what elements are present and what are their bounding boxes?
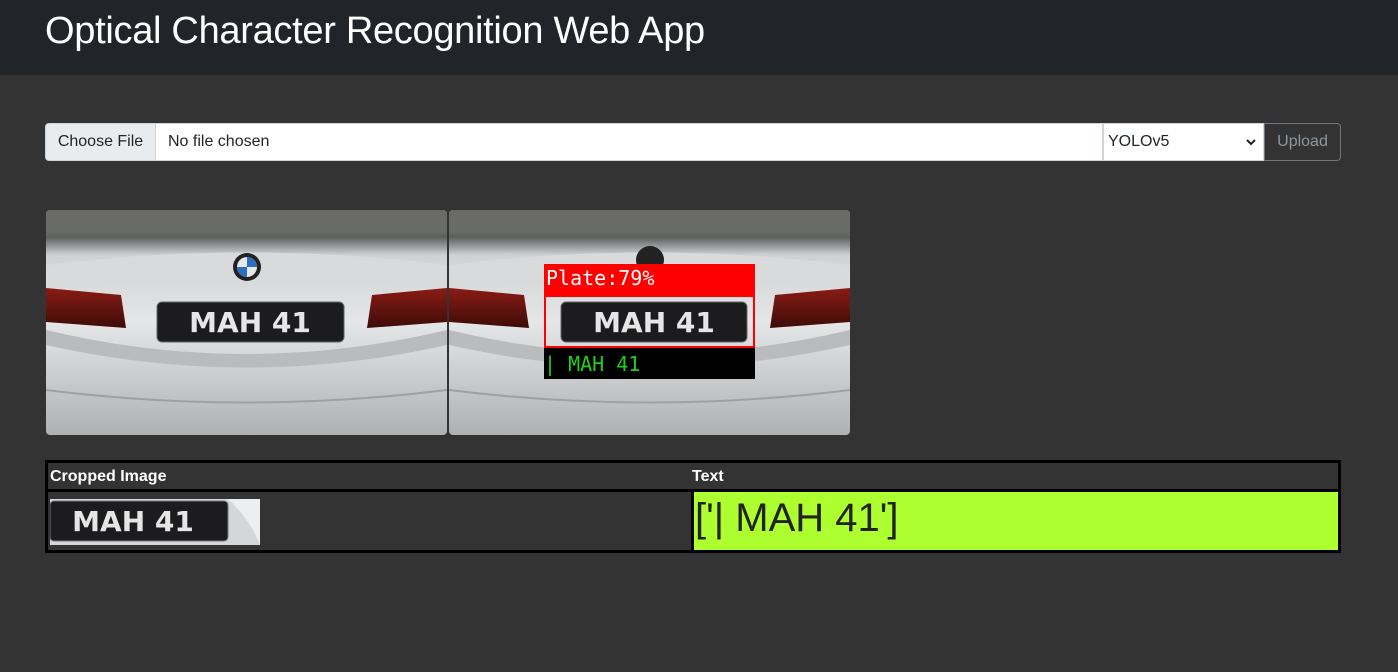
column-header-text: Text bbox=[692, 468, 724, 485]
model-select-value: YOLOv5 bbox=[1108, 133, 1170, 150]
ocr-overlay-text: | MAH 41 bbox=[544, 348, 755, 379]
cropped-plate-image: MAH 41 bbox=[50, 499, 260, 545]
cropped-plate-illustration: MAH 41 bbox=[50, 499, 260, 545]
choose-file-button[interactable]: Choose File bbox=[45, 123, 156, 161]
original-image: MAH 41 bbox=[46, 210, 447, 435]
file-status-text[interactable]: No file chosen bbox=[156, 123, 1103, 161]
detection-bounding-box bbox=[544, 295, 755, 348]
detection-image: MAH 41 Plate:79% | MAH 41 bbox=[449, 210, 850, 435]
ocr-result-cell: ['| MAH 41'] bbox=[691, 492, 1338, 550]
car-rear-illustration: MAH 41 bbox=[46, 210, 447, 435]
model-select[interactable]: YOLOv5 bbox=[1103, 123, 1264, 161]
plate-text: MAH 41 bbox=[189, 306, 311, 339]
table-header-row: Cropped Image Text bbox=[48, 463, 1338, 492]
app-title[interactable]: Optical Character Recognition Web App bbox=[45, 10, 705, 53]
upload-button[interactable]: Upload bbox=[1264, 123, 1341, 161]
detection-confidence-label: Plate:79% bbox=[544, 264, 755, 295]
chevron-down-icon bbox=[1246, 139, 1256, 146]
upload-form: Choose File No file chosen YOLOv5 Upload bbox=[45, 123, 1341, 161]
column-header-cropped-image: Cropped Image bbox=[50, 468, 167, 485]
results-table: Cropped Image Text MAH 41 ['| MAH 41'] bbox=[45, 460, 1341, 553]
navbar: Optical Character Recognition Web App bbox=[0, 0, 1398, 75]
ocr-result-text: ['| MAH 41'] bbox=[695, 496, 899, 540]
cropped-plate-text: MAH 41 bbox=[72, 505, 194, 538]
